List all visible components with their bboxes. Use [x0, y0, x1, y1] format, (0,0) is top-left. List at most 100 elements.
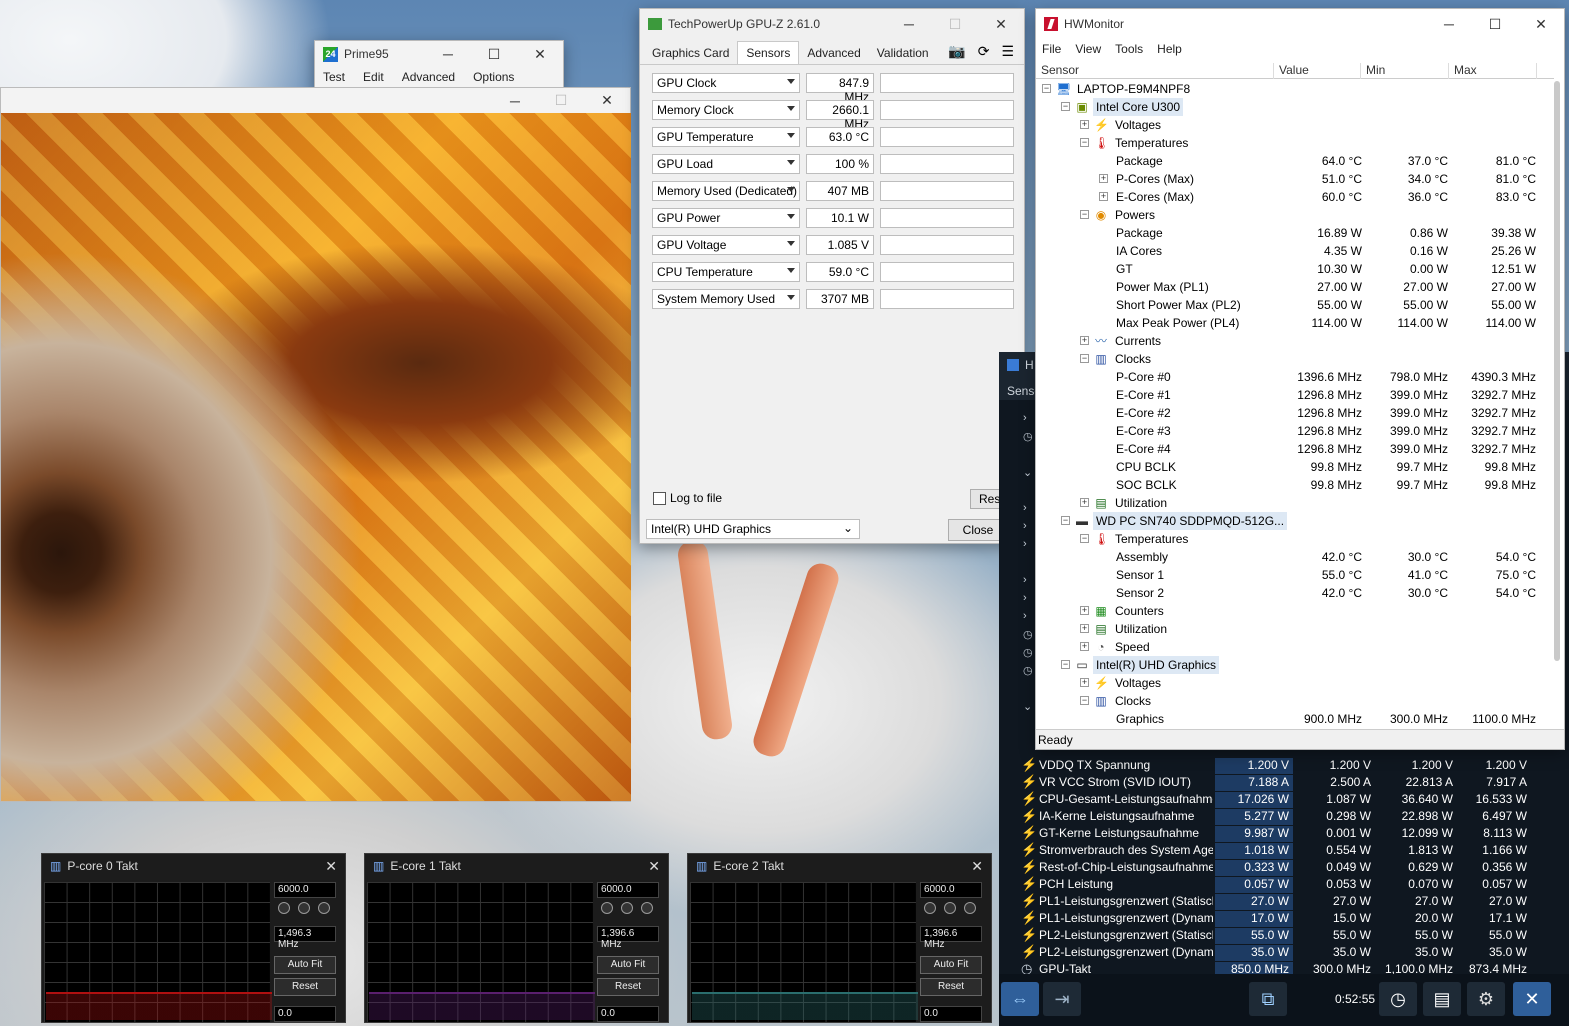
- hwinfo-row[interactable]: ⚡ GT-Kerne Leistungsaufnahme 9.987 W 0.001 …: [1021, 825, 1563, 842]
- tree-row[interactable]: − 🌡 Temperatures: [1036, 530, 1554, 548]
- close-icon[interactable]: ✕: [325, 858, 337, 875]
- radio-icon[interactable]: [318, 902, 330, 914]
- tree-row[interactable]: Power Max (PL1) 27.00 W 27.00 W 27.00 W: [1036, 278, 1554, 296]
- radio-icon[interactable]: [924, 902, 936, 914]
- tree-row[interactable]: IA Cores 4.35 W 0.16 W 25.26 W: [1036, 242, 1554, 260]
- minimize-icon[interactable]: ─: [492, 88, 538, 113]
- reset-button[interactable]: Reset: [920, 978, 982, 996]
- column-min[interactable]: Min: [1361, 63, 1449, 79]
- tree-row[interactable]: + E-Cores (Max) 60.0 °C 36.0 °C 83.0 °C: [1036, 188, 1554, 206]
- tree-row[interactable]: GT 10.30 W 0.00 W 12.51 W: [1036, 260, 1554, 278]
- hwinfo-row[interactable]: ⚡ VDDQ TX Spannung 1.200 V 1.200 V 1.200 V 1.…: [1021, 757, 1563, 774]
- hwinfo-row[interactable]: ⚡ Rest-of-Chip-Leistungsaufnahme 0.323 W 0.…: [1021, 859, 1563, 876]
- tab-validation[interactable]: Validation: [869, 42, 937, 64]
- close-icon[interactable]: ✕: [1518, 9, 1564, 39]
- radio-icon[interactable]: [601, 902, 613, 914]
- close-icon[interactable]: ✕: [1513, 982, 1551, 1016]
- menu-item-advanced[interactable]: Advanced: [402, 70, 455, 84]
- minimize-icon[interactable]: ─: [886, 9, 932, 39]
- sensor-select[interactable]: Memory Used (Dedicated): [652, 181, 800, 201]
- fractal-titlebar[interactable]: ─ ☐ ✕: [1, 88, 630, 113]
- sensor-select[interactable]: GPU Load: [652, 154, 800, 174]
- collapse-icon[interactable]: −: [1080, 696, 1089, 705]
- log-to-file-checkbox[interactable]: [653, 492, 666, 506]
- close-icon[interactable]: ✕: [517, 41, 563, 67]
- expand-icon[interactable]: +: [1080, 336, 1089, 345]
- sensor-select[interactable]: Memory Clock: [652, 100, 800, 120]
- camera-icon[interactable]: 📷: [948, 43, 965, 60]
- close-icon[interactable]: ✕: [978, 9, 1024, 39]
- log-to-file[interactable]: Log to file: [653, 491, 722, 506]
- menu-item-help[interactable]: Help: [1157, 42, 1182, 56]
- collapse-icon[interactable]: −: [1061, 516, 1070, 525]
- maximize-icon[interactable]: ☐: [538, 88, 584, 113]
- network-icon[interactable]: ⧉: [1249, 982, 1287, 1016]
- hwinfo-row[interactable]: ⚡ CPU-Gesamt-Leistungsaufnahme 17.026 W 1.0…: [1021, 791, 1563, 808]
- tab-advanced[interactable]: Advanced: [799, 42, 868, 64]
- hwinfo-row[interactable]: ⚡ PCH Leistung 0.057 W 0.053 W 0.070 W 0.057 …: [1021, 876, 1563, 893]
- tree-row[interactable]: E-Core #2 1296.8 MHz 399.0 MHz 3292.7 MHz: [1036, 404, 1554, 422]
- collapse-arrows-icon[interactable]: ⇥: [1043, 982, 1081, 1016]
- tree-row[interactable]: Short Power Max (PL2) 55.00 W 55.00 W 55.00…: [1036, 296, 1554, 314]
- tree-row[interactable]: SOC BCLK 99.8 MHz 99.7 MHz 99.8 MHz: [1036, 476, 1554, 494]
- radio-icon[interactable]: [621, 902, 633, 914]
- tree-row[interactable]: + 〰 Currents: [1036, 332, 1554, 350]
- tree-row[interactable]: − ▥ Clocks: [1036, 692, 1554, 710]
- tree-row[interactable]: Graphics 900.0 MHz 300.0 MHz 1100.0 MHz: [1036, 710, 1554, 728]
- expand-arrows-icon[interactable]: ⇔: [1001, 982, 1039, 1016]
- expand-icon[interactable]: +: [1080, 606, 1089, 615]
- auto-fit-button[interactable]: Auto Fit: [597, 956, 659, 974]
- tree-row[interactable]: Sensor 2 42.0 °C 30.0 °C 54.0 °C: [1036, 584, 1554, 602]
- add-report-icon[interactable]: ▤: [1423, 982, 1461, 1016]
- collapse-icon[interactable]: −: [1080, 210, 1089, 219]
- tree-row[interactable]: − 🌡 Temperatures: [1036, 134, 1554, 152]
- tree-row[interactable]: + P-Cores (Max) 51.0 °C 34.0 °C 81.0 °C: [1036, 170, 1554, 188]
- sensor-select[interactable]: System Memory Used: [652, 289, 800, 309]
- tree-row[interactable]: Sensor 1 55.0 °C 41.0 °C 75.0 °C: [1036, 566, 1554, 584]
- hwinfo-row[interactable]: ⚡ IA-Kerne Leistungsaufnahme 5.277 W 0.298 …: [1021, 808, 1563, 825]
- tree-row[interactable]: − ▣ Intel Core U300: [1036, 98, 1554, 116]
- reset-button[interactable]: Reset: [274, 978, 336, 996]
- radio-icon[interactable]: [278, 902, 290, 914]
- graph-titlebar[interactable]: ▥ E-core 1 Takt ✕: [365, 854, 668, 878]
- tree-row[interactable]: + ◔ Speed: [1036, 638, 1554, 656]
- gpu-select[interactable]: Intel(R) UHD Graphics ⌄: [646, 519, 860, 539]
- menu-icon[interactable]: ☰: [1001, 43, 1014, 60]
- prime95-window[interactable]: 24 Prime95 ─ ☐ ✕ Test Edit Advanced Options: [314, 40, 564, 90]
- tree-row[interactable]: + ⚡ Voltages: [1036, 674, 1554, 692]
- tree-row[interactable]: + ▤ Utilization: [1036, 494, 1554, 512]
- tree-row[interactable]: Max Peak Power (PL4) 114.00 W 114.00 W 114.…: [1036, 314, 1554, 332]
- tree-row[interactable]: − ◉ Powers: [1036, 206, 1554, 224]
- prime95-titlebar[interactable]: 24 Prime95 ─ ☐ ✕: [315, 41, 563, 67]
- tree-row[interactable]: + ▦ Counters: [1036, 602, 1554, 620]
- maximize-icon[interactable]: ☐: [471, 41, 517, 67]
- sensor-select[interactable]: GPU Clock: [652, 73, 800, 93]
- sensor-select[interactable]: GPU Voltage: [652, 235, 800, 255]
- menu-item-tools[interactable]: Tools: [1115, 42, 1143, 56]
- menu-item-file[interactable]: File: [1042, 42, 1061, 56]
- expand-icon[interactable]: +: [1099, 192, 1108, 201]
- stopwatch-icon[interactable]: ◷: [1379, 982, 1417, 1016]
- collapse-icon[interactable]: −: [1080, 138, 1089, 147]
- collapse-icon[interactable]: −: [1080, 534, 1089, 543]
- menu-item-options[interactable]: Options: [473, 70, 514, 84]
- close-icon[interactable]: ✕: [584, 88, 630, 113]
- collapse-icon[interactable]: −: [1042, 84, 1051, 93]
- hwinfo-row[interactable]: ⚡ PL1-Leistungsgrenzwert (Dynami... 17.0 W…: [1021, 910, 1563, 927]
- close-icon[interactable]: ✕: [971, 858, 983, 875]
- collapse-icon[interactable]: −: [1061, 102, 1070, 111]
- gear-icon[interactable]: ⚙: [1467, 982, 1505, 1016]
- collapse-icon[interactable]: −: [1080, 354, 1089, 363]
- hwinfo-row[interactable]: ⚡ VR VCC Strom (SVID IOUT) 7.188 A 2.500 A 2…: [1021, 774, 1563, 791]
- hwinfo-row[interactable]: ⚡ PL2-Leistungsgrenzwert (Statisch) 55.0 W…: [1021, 927, 1563, 944]
- expand-icon[interactable]: +: [1080, 624, 1089, 633]
- reset-button[interactable]: Reset: [597, 978, 659, 996]
- auto-fit-button[interactable]: Auto Fit: [274, 956, 336, 974]
- tree-row[interactable]: Package 16.89 W 0.86 W 39.38 W: [1036, 224, 1554, 242]
- radio-icon[interactable]: [298, 902, 310, 914]
- expand-icon[interactable]: +: [1080, 498, 1089, 507]
- maximize-icon[interactable]: ☐: [932, 9, 978, 39]
- fractal-window[interactable]: ─ ☐ ✕: [0, 87, 631, 802]
- column-value[interactable]: Value: [1274, 63, 1361, 79]
- tree-row[interactable]: E-Core #1 1296.8 MHz 399.0 MHz 3292.7 MHz: [1036, 386, 1554, 404]
